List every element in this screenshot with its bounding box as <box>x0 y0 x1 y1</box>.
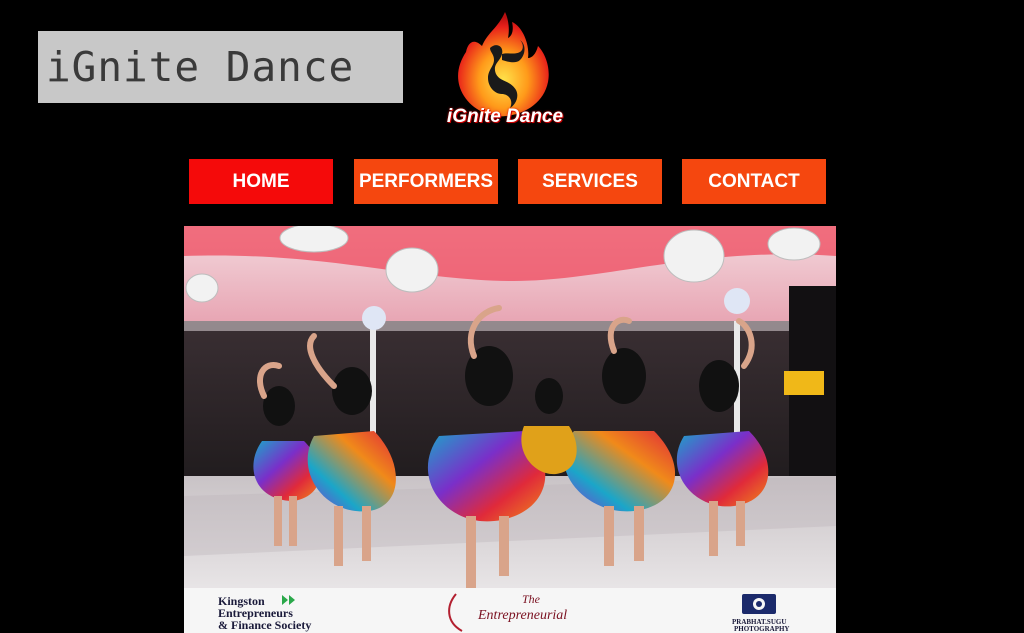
nav-performers-button[interactable]: PERFORMERS <box>354 159 498 204</box>
site-title-box: iGnite Dance <box>38 31 403 103</box>
nav-services-button[interactable]: SERVICES <box>518 159 662 204</box>
nav-home-button[interactable]: HOME <box>189 159 333 204</box>
sponsor-2-line1: The <box>522 592 541 606</box>
nav-contact-button[interactable]: CONTACT <box>682 159 826 204</box>
logo[interactable]: iGnite Dance <box>430 8 580 133</box>
dance-performance-photo: Kingston Entrepreneurs & Finance Society… <box>184 226 836 633</box>
logo-text: iGnite Dance <box>446 106 564 127</box>
flame-logo-icon <box>458 12 549 117</box>
main-nav: HOME PERFORMERS SERVICES CONTACT <box>0 159 1024 204</box>
sponsor-2-line2: Entrepreneurial <box>477 608 567 623</box>
sponsor-1-line3: & Finance Society <box>218 618 311 632</box>
site-title: iGnite Dance <box>46 43 355 91</box>
hero-image: Kingston Entrepreneurs & Finance Society… <box>184 226 836 633</box>
sponsor-3-line2: PHOTOGRAPHY <box>734 625 789 633</box>
camera-icon <box>742 594 776 614</box>
